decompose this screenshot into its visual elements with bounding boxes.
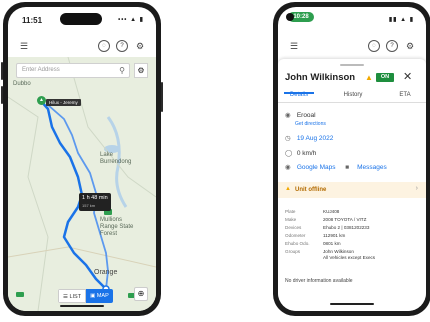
map-canvas: [8, 57, 156, 311]
date-text[interactable]: 19 Aug 2022: [297, 135, 334, 142]
map-view[interactable]: Enter Address ⚲ ⚙ Dubbo Lake Burrendong …: [8, 57, 156, 311]
left-screen: 11:51 ••• ▲ ▮ ☰ ◌ ? ⚙ Enter Address ⚲ ⚙ …: [8, 7, 156, 311]
left-phone: 11:51 ••• ▲ ▮ ☰ ◌ ? ⚙ Enter Address ⚲ ⚙ …: [1, 2, 163, 316]
unit-offline-banner[interactable]: ▲ Unit offline ›: [278, 182, 426, 198]
warning-icon: ▲: [365, 73, 373, 82]
detail-label: Make: [285, 217, 297, 222]
status-time: 11:51: [22, 16, 43, 25]
detail-label: Groups: [285, 249, 301, 254]
detail-tabs: Details History ETA: [278, 89, 426, 103]
detail-label: Odometer: [285, 233, 306, 238]
detail-label: Plate: [285, 209, 296, 214]
home-indicator: [60, 305, 104, 307]
detail-value: 0801 km: [323, 241, 341, 246]
driver-name: John Wilkinson: [285, 72, 356, 83]
groups-second-line: All Vehicles except Execs: [323, 255, 376, 260]
speed-icon: ◯: [285, 150, 293, 157]
location-pin-icon: ◉: [285, 112, 291, 119]
messages-link[interactable]: Messages: [357, 164, 387, 171]
driver-detail-sheet: John Wilkinson ▲ ON ✕ Details History ET…: [278, 59, 426, 311]
map-label: MAP: [96, 293, 109, 299]
detail-value: 2008 TOYOTA / VITZ: [323, 217, 367, 222]
eta-distance: 157 km: [82, 203, 96, 208]
speed-row: ◯ 0 km/h: [285, 149, 316, 157]
search-placeholder: Enter Address: [22, 67, 60, 73]
right-screen: 10:28 ▮▮ ▲ ▮ ☰ ◌ ? ⚙ John Wilkinson ▲ ON…: [278, 7, 426, 311]
eta-callout: 1 h 48 min 157 km: [79, 193, 111, 211]
date-row: ◷ 19 Aug 2022: [285, 134, 333, 142]
detail-row-make: Make 2008 TOYOTA / VITZ: [285, 217, 366, 223]
menu-icon[interactable]: ☰: [288, 40, 300, 52]
map-label-dubbo: Dubbo: [13, 81, 31, 87]
volume-button: [1, 86, 3, 104]
location-row: ◉ Erooal: [285, 111, 316, 119]
top-bar: ☰ ◌ ? ⚙: [8, 35, 156, 57]
camera-cutout: [286, 13, 294, 21]
detail-row-devices: Devices Ehubo 2 | 0381202233: [285, 225, 369, 231]
dynamic-island: [60, 13, 102, 25]
chat-icon[interactable]: ◌: [98, 40, 110, 52]
settings-icon[interactable]: ⚙: [404, 40, 416, 52]
sheet-grabber[interactable]: [340, 64, 364, 66]
google-maps-link[interactable]: Google Maps: [297, 164, 336, 171]
address-search-input[interactable]: Enter Address ⚲: [16, 63, 130, 78]
map-label-lake-burrendong: Lake Burrendong: [100, 152, 132, 165]
menu-icon[interactable]: ☰: [18, 40, 30, 52]
message-icon: ■: [345, 164, 350, 171]
detail-row-odometer: Odometer 112901 km: [285, 233, 345, 239]
on-status-badge: ON: [376, 73, 394, 82]
detail-value: Ehubo 2 | 0381202233: [323, 225, 370, 230]
warning-icon: ▲: [285, 186, 291, 192]
right-phone: 10:28 ▮▮ ▲ ▮ ☰ ◌ ? ⚙ John Wilkinson ▲ ON…: [273, 2, 430, 316]
top-bar: ☰ ◌ ? ⚙: [278, 35, 426, 57]
view-toggle: ☰ LIST ▣ MAP: [58, 289, 113, 303]
map-pin-icon: ◉: [285, 164, 291, 171]
detail-value: KUJ408: [323, 209, 340, 214]
location-text: Erooal: [296, 112, 316, 119]
tab-eta[interactable]: ETA: [390, 92, 420, 98]
offline-text: Unit offline: [295, 186, 327, 193]
settings-icon[interactable]: ⚙: [134, 40, 146, 52]
help-icon[interactable]: ?: [116, 40, 128, 52]
status-bar: 10:28 ▮▮ ▲ ▮: [278, 7, 426, 29]
map-settings-icon[interactable]: ⚙: [134, 63, 148, 78]
chat-icon[interactable]: ◌: [368, 40, 380, 52]
detail-row-ehubo-odo: Ehubo Odo. 0801 km: [285, 241, 341, 247]
detail-row-plate: Plate KUJ408: [285, 209, 339, 215]
map-view-button[interactable]: ▣ MAP: [86, 289, 113, 303]
system-icons: ••• ▲ ▮: [118, 17, 144, 23]
map-label-mullions-range: Mullions Range State Forest: [100, 217, 134, 237]
home-indicator: [330, 303, 374, 305]
detail-value: 112901 km: [323, 233, 346, 238]
eta-time: 1 h 48 min: [82, 195, 108, 201]
get-directions-link[interactable]: Get directions: [295, 121, 326, 127]
detail-value: John Wilkinson: [323, 249, 354, 254]
speed-text: 0 km/h: [296, 150, 317, 157]
detail-label: Devices: [285, 225, 302, 230]
detail-label: Ehubo Odo.: [285, 241, 310, 246]
help-icon[interactable]: ?: [386, 40, 398, 52]
clock-icon: ◷: [285, 135, 291, 142]
no-driver-info: No driver information available: [285, 278, 353, 284]
list-view-button[interactable]: ☰ LIST: [58, 289, 87, 303]
status-bar: 11:51 ••• ▲ ▮: [8, 7, 156, 29]
status-time: 10:28: [293, 14, 309, 20]
search-icon[interactable]: ⚲: [119, 66, 125, 75]
map-label-orange: Orange: [94, 269, 118, 276]
chevron-right-icon: ›: [415, 185, 418, 192]
volume-button: [1, 62, 3, 80]
power-button: [161, 82, 163, 112]
vehicle-tag[interactable]: Hilux - Jeremy: [46, 99, 81, 106]
system-icons: ▮▮ ▲ ▮: [388, 17, 414, 23]
locate-icon[interactable]: ⊕: [134, 287, 148, 301]
close-icon[interactable]: ✕: [403, 70, 412, 83]
active-tab-indicator: [284, 92, 314, 94]
list-label: LIST: [69, 294, 82, 300]
vehicle-marker-icon[interactable]: ▲: [37, 96, 46, 105]
tab-history[interactable]: History: [330, 92, 376, 98]
actions-row: ◉ Google Maps ■ Messages: [285, 163, 387, 171]
